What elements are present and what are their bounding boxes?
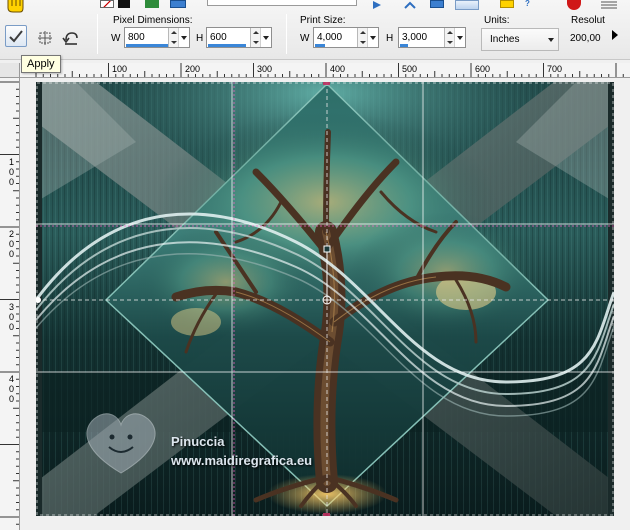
- ruler-label: 2: [9, 229, 15, 239]
- undo-arrow-icon: [62, 32, 78, 45]
- swatch-green-icon[interactable]: [145, 0, 159, 8]
- units-label: Units:: [484, 15, 510, 26]
- ruler-label: 0: [9, 239, 15, 249]
- pixel-height-stepper[interactable]: [250, 28, 260, 47]
- apply-tooltip: Apply: [21, 55, 61, 73]
- ruler-label: 0: [9, 321, 15, 332]
- heart-logo-icon: [86, 413, 156, 474]
- save-icon[interactable]: [430, 0, 444, 8]
- resize-grid-icon: [38, 31, 52, 45]
- print-height-field[interactable]: 3,000: [398, 27, 466, 48]
- stop-icon[interactable]: [567, 0, 581, 10]
- chevron-right-icon[interactable]: [611, 30, 619, 40]
- swatch-red-icon[interactable]: [100, 0, 114, 8]
- chevron-down-icon: [544, 37, 558, 42]
- print-width-field[interactable]: 4,000: [313, 27, 379, 48]
- ruler-label: 0: [9, 166, 15, 177]
- preview-toggle-icon[interactable]: [455, 0, 479, 10]
- chevron-down-icon[interactable]: [367, 28, 378, 47]
- ruler-vertical: 100200300400: [0, 78, 20, 530]
- ruler-label: 0: [9, 311, 15, 322]
- note-icon[interactable]: [500, 0, 514, 8]
- separator: [286, 14, 287, 54]
- pixel-dimensions-label: Pixel Dimensions:: [113, 15, 193, 26]
- chevron-down-icon[interactable]: [454, 28, 465, 47]
- swatch-blue-icon[interactable]: [170, 0, 186, 8]
- pixel-width-label: W: [111, 33, 121, 44]
- ruler-label: 200: [185, 64, 201, 74]
- hand-cursor-icon: [4, 0, 26, 14]
- menu-icon[interactable]: [600, 0, 618, 9]
- play-icon[interactable]: [372, 0, 382, 9]
- print-width-slider[interactable]: [315, 44, 325, 47]
- watermark-url: www.maidiregrafica.eu: [171, 453, 313, 468]
- ruler-label: 4: [9, 374, 15, 384]
- ruler-label: 0: [9, 249, 15, 259]
- print-height-label: H: [386, 33, 394, 44]
- print-width-label: W: [300, 33, 310, 44]
- resize-mode-button[interactable]: [34, 27, 56, 49]
- swatch-black-icon[interactable]: [118, 0, 130, 8]
- print-size-label: Print Size:: [300, 15, 346, 26]
- ruler-label: 100: [112, 64, 128, 74]
- chevron-down-icon[interactable]: [260, 28, 271, 47]
- ruler-horizontal: 100 200 300 400 500 600 700: [20, 63, 630, 78]
- tool-options-bar: ? Pixel Dimensions: W 800 H 600 Print Si…: [0, 0, 630, 60]
- print-width-stepper[interactable]: [357, 28, 367, 47]
- checkmark-icon: [9, 30, 23, 43]
- resolution-value[interactable]: 200,00: [570, 33, 601, 44]
- chevron-down-icon[interactable]: [178, 28, 189, 47]
- ruler-label: 700: [547, 64, 563, 74]
- print-height-slider[interactable]: [400, 44, 408, 47]
- scroll-field[interactable]: [207, 0, 357, 6]
- ruler-label: 600: [475, 64, 491, 74]
- image-canvas[interactable]: Pinuccia www.maidiregrafica.eu: [36, 82, 614, 516]
- pixel-height-field[interactable]: 600: [206, 27, 272, 48]
- apply-button[interactable]: [5, 25, 27, 47]
- watermark: Pinuccia www.maidiregrafica.eu: [76, 407, 312, 477]
- watermark-name: Pinuccia: [171, 434, 225, 449]
- ruler-label: 0: [9, 176, 15, 187]
- separator: [97, 14, 98, 54]
- ruler-label: 500: [402, 64, 418, 74]
- ruler-label: 3: [9, 301, 15, 312]
- pixel-height-label: H: [196, 33, 204, 44]
- units-select[interactable]: Inches: [481, 28, 559, 51]
- ruler-label: 0: [9, 394, 15, 404]
- app-window: ? Pixel Dimensions: W 800 H 600 Print Si…: [0, 0, 630, 530]
- ruler-corner: [0, 63, 20, 78]
- reset-button[interactable]: [60, 27, 82, 49]
- ruler-label: 1: [9, 156, 15, 167]
- units-value: Inches: [490, 34, 520, 45]
- help-icon[interactable]: ?: [525, 0, 535, 8]
- redo-icon[interactable]: [404, 0, 416, 9]
- ruler-label: 300: [257, 64, 273, 74]
- pixel-height-slider[interactable]: [208, 44, 246, 47]
- ruler-label: 0: [9, 384, 15, 394]
- pixel-width-slider[interactable]: [126, 44, 168, 47]
- pixel-width-field[interactable]: 800: [124, 27, 190, 48]
- ruler-label: 400: [330, 64, 346, 74]
- resolution-label: Resolut: [571, 15, 605, 26]
- pixel-width-stepper[interactable]: [168, 28, 178, 47]
- print-height-stepper[interactable]: [444, 28, 454, 47]
